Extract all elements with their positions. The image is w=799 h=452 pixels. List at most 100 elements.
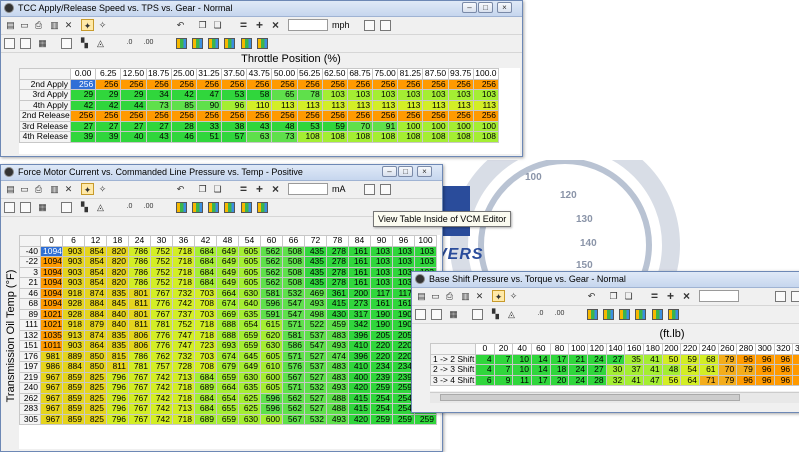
table-cell[interactable]: 747	[173, 330, 195, 341]
color6-icon[interactable]	[668, 309, 679, 320]
value-input[interactable]	[699, 290, 739, 302]
table-cell[interactable]: 103	[371, 267, 393, 278]
table-cell[interactable]: 234	[371, 362, 393, 373]
table-cell[interactable]: 625	[239, 404, 261, 415]
maximize-button[interactable]: □	[398, 166, 413, 177]
copy-icon[interactable]: ❐	[607, 290, 620, 302]
table-cell[interactable]: 256	[71, 79, 96, 90]
table-cell[interactable]: 420	[349, 383, 371, 394]
table-cell[interactable]: 1094	[41, 299, 63, 310]
table-cell[interactable]: 527	[305, 372, 327, 383]
table-cell[interactable]: 688	[217, 320, 239, 331]
table-cell[interactable]: 859	[63, 393, 85, 404]
decimal-left-icon[interactable]: .0	[123, 37, 136, 49]
table-cell[interactable]: 24	[587, 354, 606, 365]
table-cell[interactable]: 113	[448, 100, 473, 111]
column-header[interactable]: 40	[513, 344, 532, 355]
table-cell[interactable]: 508	[283, 267, 305, 278]
maximize-button[interactable]: □	[478, 2, 493, 13]
table-cell[interactable]: 801	[129, 309, 151, 320]
table-cell[interactable]: 1035	[41, 330, 63, 341]
table-cell[interactable]: 664	[217, 383, 239, 394]
row-header[interactable]: 262	[20, 393, 41, 404]
table-cell[interactable]: 161	[349, 246, 371, 257]
table-cell[interactable]: 684	[195, 404, 217, 415]
table-cell[interactable]: 562	[261, 246, 283, 257]
table-cell[interactable]: 100	[398, 121, 423, 132]
copy-icon[interactable]: ❐	[196, 19, 209, 31]
undo-icon[interactable]: ↶	[585, 290, 598, 302]
table-cell[interactable]: 645	[239, 351, 261, 362]
table-cell[interactable]: 256	[448, 79, 473, 90]
table-cell[interactable]: 532	[305, 383, 327, 394]
table-cell[interactable]: 684	[195, 257, 217, 268]
table-cell[interactable]: 571	[283, 383, 305, 394]
column-header[interactable]: 200	[662, 344, 681, 355]
open-icon[interactable]: ▥	[459, 290, 472, 302]
table-cell[interactable]: 537	[305, 330, 327, 341]
undo-icon[interactable]: ↶	[174, 183, 187, 195]
close-button[interactable]: ×	[497, 2, 512, 13]
table-cell[interactable]: 630	[239, 288, 261, 299]
column-header[interactable]: 24	[129, 236, 151, 247]
ruler-icon[interactable]: ◬	[505, 308, 518, 320]
table-cell[interactable]: 11	[513, 375, 532, 386]
column-header[interactable]: 66	[283, 236, 305, 247]
column-header[interactable]: 320	[774, 344, 793, 355]
table-cell[interactable]: 522	[305, 320, 327, 331]
table-cell[interactable]: 435	[305, 267, 327, 278]
table-cell[interactable]: 605	[239, 257, 261, 268]
table-cell[interactable]: 757	[151, 362, 173, 373]
table-cell[interactable]: 649	[239, 362, 261, 373]
row-header[interactable]: 2 -> 3 Shift	[431, 365, 476, 376]
table-cell[interactable]: 732	[173, 351, 195, 362]
column-header[interactable]: 0	[476, 344, 495, 355]
table-cell[interactable]: 256	[398, 111, 423, 122]
table-cell[interactable]: 796	[107, 414, 129, 425]
table-cell[interactable]: 742	[151, 414, 173, 425]
grid-icon[interactable]	[415, 309, 426, 320]
table-cell[interactable]: 51	[196, 132, 221, 143]
table-cell[interactable]: 767	[129, 393, 151, 404]
open-icon[interactable]: ▥	[48, 183, 61, 195]
row-header[interactable]: 283	[20, 404, 41, 415]
table-cell[interactable]: 767	[129, 404, 151, 415]
table-cell[interactable]: 190	[371, 309, 393, 320]
minimize-button[interactable]: –	[382, 166, 397, 177]
table-cell[interactable]: 562	[261, 267, 283, 278]
table-cell[interactable]: 53	[297, 121, 322, 132]
table-icon[interactable]	[20, 202, 31, 213]
table-cell[interactable]: 200	[349, 288, 371, 299]
table-cell[interactable]: 537	[305, 362, 327, 373]
table-cell[interactable]: 806	[129, 341, 151, 352]
table-cell[interactable]: 967	[41, 383, 63, 394]
table-cell[interactable]: 600	[261, 372, 283, 383]
table-cell[interactable]: 708	[195, 362, 217, 373]
table-cell[interactable]: 903	[63, 341, 85, 352]
column-header[interactable]: 42	[195, 236, 217, 247]
table-cell[interactable]: 73	[146, 100, 171, 111]
row-header[interactable]: 3rd Release	[20, 121, 71, 132]
table-cell[interactable]: 659	[239, 330, 261, 341]
column-header[interactable]: 96	[393, 236, 415, 247]
table-cell[interactable]: 1094	[41, 278, 63, 289]
table-cell[interactable]: 654	[217, 393, 239, 404]
table-cell[interactable]: 256	[196, 79, 221, 90]
table-cell[interactable]: 30	[606, 365, 625, 376]
equals-icon[interactable]: =	[237, 183, 250, 195]
table-cell[interactable]: 56	[662, 375, 681, 386]
table-cell[interactable]: 9	[494, 375, 513, 386]
table-cell[interactable]: 254	[371, 404, 393, 415]
table-cell[interactable]: 767	[151, 288, 173, 299]
table-cell[interactable]: 737	[173, 309, 195, 320]
table-cell[interactable]: 39	[71, 132, 96, 143]
column-header[interactable]: 50.00	[272, 69, 297, 80]
table-cell[interactable]: 547	[283, 299, 305, 310]
table-cell[interactable]: 117	[371, 288, 393, 299]
table-cell[interactable]: 469	[305, 288, 327, 299]
table-cell[interactable]: 596	[261, 393, 283, 404]
table-cell[interactable]: 256	[146, 111, 171, 122]
table-cell[interactable]: 825	[85, 372, 107, 383]
table-cell[interactable]: 29	[96, 90, 121, 101]
table-cell[interactable]: 64	[681, 375, 700, 386]
